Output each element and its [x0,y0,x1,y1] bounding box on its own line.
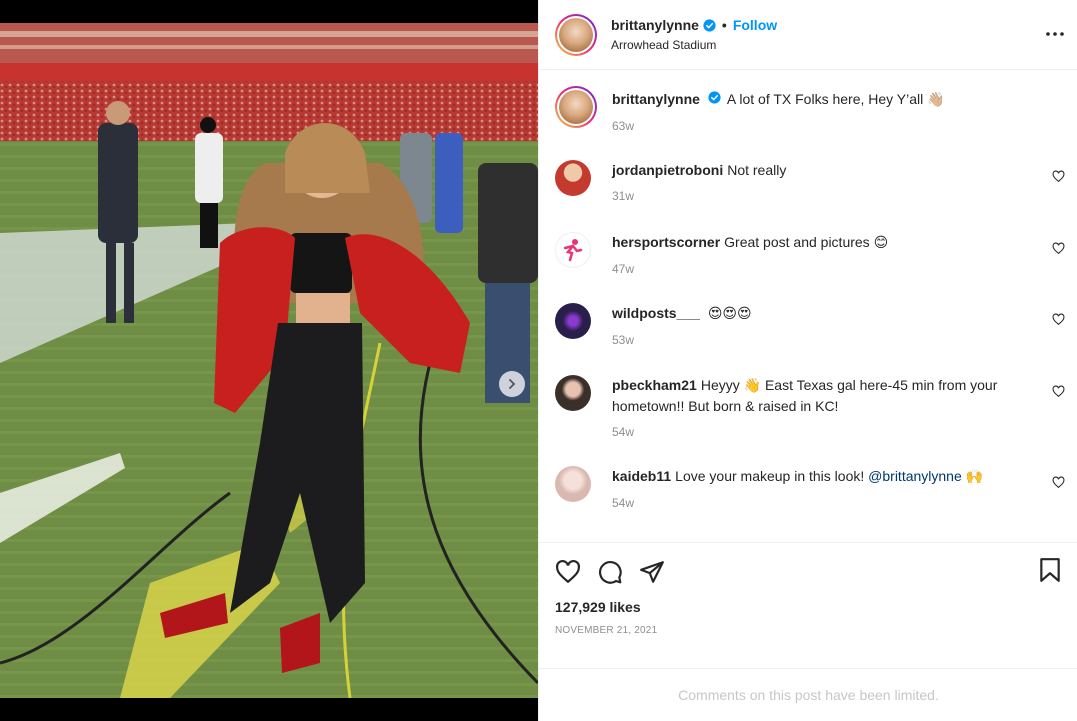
avatar-image [559,90,593,124]
caption-text: A lot of TX Folks here, Hey Y’all [726,91,924,107]
comment-body: hersportscorner Great post and pictures 😊… [612,232,1022,279]
heart-icon[interactable] [555,559,581,585]
avatar[interactable] [555,303,591,339]
verified-badge-icon [708,91,721,104]
comment-text: Love your makeup in this look! [675,468,865,484]
post-actions: 127,929 likes NOVEMBER 21, 2021 [539,542,1077,636]
separator-dot: • [721,17,727,33]
post-side-panel: brittanylynne • Follow Arrowhead Stadium… [538,0,1077,721]
heart-icon[interactable] [1052,313,1065,331]
comment-time[interactable]: 47w [612,259,1022,279]
post-media [0,0,538,721]
caption-emoji: 👋🏼 [927,92,945,108]
chevron-right-icon [509,379,516,389]
stadium-photo-illustration [0,23,538,698]
comment-body: pbeckham21 Heyyy 👋 East Texas gal here-45… [612,375,1022,442]
comment-item: pbeckham21 Heyyy 👋 East Texas gal here-45… [555,375,1065,442]
avatar[interactable] [555,232,591,268]
comment-time[interactable]: 31w [612,186,1022,206]
comments-limited-notice: Comments on this post have been limited. [539,668,1077,721]
comment-time[interactable]: 54w [612,493,1022,513]
comment-emoji: 😊 [873,235,889,251]
comment-text: Great post and pictures [724,234,870,250]
avatar[interactable] [555,13,597,56]
comment-emoji: 👋 [743,378,762,394]
comment-username[interactable]: wildposts___ [612,305,700,321]
comment-time[interactable]: 54w [612,422,1022,442]
post-location[interactable]: Arrowhead Stadium [611,38,777,52]
comment-emoji: 🙌 [965,469,984,485]
comment-username[interactable]: hersportscorner [612,234,720,250]
avatar-image [559,17,593,52]
comment-username[interactable]: pbeckham21 [612,377,697,393]
comment-item: kaideb11 Love your makeup in this look! @… [555,466,1065,513]
share-icon[interactable] [639,559,665,585]
comment-body: kaideb11 Love your makeup in this look! @… [612,466,1022,513]
avatar[interactable] [555,86,597,128]
post-photo[interactable] [0,23,538,698]
avatar-inner [557,15,595,54]
avatar[interactable] [555,160,591,196]
avatar[interactable] [555,375,591,411]
comment-icon[interactable] [597,559,623,585]
heart-icon[interactable] [1052,170,1065,188]
comment-username[interactable]: jordanpietroboni [612,162,723,178]
likes-count[interactable]: 127,929 likes [555,599,1062,615]
comment-text: Not really [727,162,787,178]
comment-item: wildposts___ 😍😍😍 53w [555,303,1065,350]
comment-username[interactable]: kaideb11 [612,468,671,484]
avatar[interactable] [555,466,591,502]
comment-body: wildposts___ 😍😍😍 53w [612,303,1022,350]
avatar-inner [557,88,595,126]
comment-text: Heyyy [700,377,740,393]
comments-list: brittanylynne A lot of TX Folks here, Hey… [539,70,1077,541]
heart-icon[interactable] [1052,476,1065,494]
post-caption: brittanylynne A lot of TX Folks here, Hey… [555,86,1065,136]
caption-time: 63w [612,119,635,133]
verified-badge-icon [703,18,716,32]
header-username[interactable]: brittanylynne [611,17,699,33]
caption-username[interactable]: brittanylynne [612,91,700,107]
post-date[interactable]: NOVEMBER 21, 2021 [555,625,1062,636]
comment-item: hersportscorner Great post and pictures 😊… [555,232,1065,279]
bookmark-icon[interactable] [1038,557,1062,588]
post-header: brittanylynne • Follow Arrowhead Stadium [539,0,1077,70]
runner-logo-icon [563,239,583,262]
caption-body: brittanylynne A lot of TX Folks here, Hey… [612,86,1022,136]
more-options-icon[interactable] [1045,24,1065,49]
comment-time[interactable]: 53w [612,330,1022,350]
header-line: brittanylynne • Follow [611,17,777,33]
next-slide-button[interactable] [499,371,525,397]
comment-mention[interactable]: @brittanylynne [868,468,962,484]
comment-item: jordanpietroboni Not really 31w [555,160,1065,206]
heart-icon[interactable] [1052,242,1065,260]
follow-button[interactable]: Follow [733,17,777,33]
comment-emoji: 😍😍😍 [707,306,752,322]
heart-icon[interactable] [1052,385,1065,403]
comment-body: jordanpietroboni Not really 31w [612,160,1022,206]
header-text: brittanylynne • Follow Arrowhead Stadium [611,17,777,52]
action-icons [555,557,1062,587]
